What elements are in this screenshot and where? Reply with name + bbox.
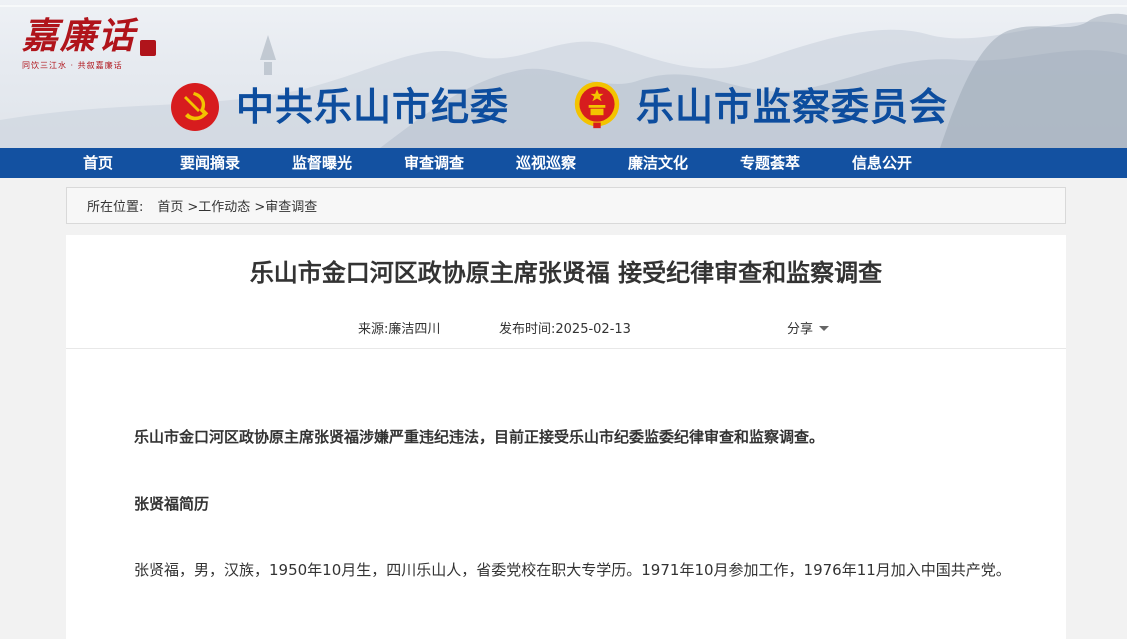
share-label: 分享 xyxy=(787,322,814,337)
article-lead-paragraph: 乐山市金口河区政协原主席张贤福涉嫌严重违纪违法，目前正接受乐山市纪委监委纪律审查… xyxy=(134,428,825,446)
site-logo[interactable]: 嘉廉话 同饮三江水 · 共叙嘉廉话 xyxy=(22,16,172,80)
party-emblem-icon xyxy=(171,83,219,131)
breadcrumb-work-news-link[interactable]: >工作动态 xyxy=(187,196,250,215)
cpc-commission-title: 中共乐山市纪委 xyxy=(236,85,510,129)
share-button[interactable]: 分享 xyxy=(787,318,830,337)
bio-heading: 张贤福简历 xyxy=(134,495,210,513)
article-panel: 乐山市金口河区政协原主席张贤福 接受纪律审查和监察调查 来源:廉洁四川 发布时间… xyxy=(66,235,1066,639)
article-title: 乐山市金口河区政协原主席张贤福 接受纪律审查和监察调查 xyxy=(249,259,883,287)
nav-item-news-digest[interactable]: 要闻摘录 xyxy=(154,148,266,178)
bio-paragraph: 张贤福，男，汉族，1950年10月生，四川乐山人，省委党校在职大专学历。1971… xyxy=(134,561,1011,579)
nav-list: 首页 要闻摘录 监督曝光 审查调查 巡视巡察 廉洁文化 专题荟萃 信息公开 xyxy=(0,148,1127,178)
supervision-commission-title: 乐山市监察委员会 xyxy=(636,85,949,129)
article-source: 来源:廉洁四川 xyxy=(358,322,441,337)
article-meta: 来源:廉洁四川 发布时间:2025-02-13 分享 xyxy=(66,315,1066,337)
nav-item-home[interactable]: 首页 xyxy=(42,148,154,178)
logo-seal-icon xyxy=(140,40,156,56)
nav-item-review-investigation[interactable]: 审查调查 xyxy=(378,148,490,178)
main-nav: 首页 要闻摘录 监督曝光 审查调查 巡视巡察 廉洁文化 专题荟萃 信息公开 xyxy=(0,148,1127,178)
nav-item-integrity-culture[interactable]: 廉洁文化 xyxy=(602,148,714,178)
nav-item-inspection[interactable]: 巡视巡察 xyxy=(490,148,602,178)
header-banner: 嘉廉话 同饮三江水 · 共叙嘉廉话 中共乐山市纪委 乐山市监察委员会 xyxy=(0,0,1127,148)
logo-slogan: 同饮三江水 · 共叙嘉廉话 xyxy=(22,61,123,70)
national-emblem-icon xyxy=(574,81,620,129)
breadcrumb: 所在位置: 首页 >工作动态 >审查调查 xyxy=(66,187,1066,224)
nav-item-supervision-exposure[interactable]: 监督曝光 xyxy=(266,148,378,178)
nav-item-info-disclosure[interactable]: 信息公开 xyxy=(826,148,938,178)
chevron-down-icon xyxy=(819,326,830,331)
meta-divider xyxy=(66,348,1066,349)
nav-item-special-topics[interactable]: 专题荟萃 xyxy=(714,148,826,178)
breadcrumb-home-link[interactable]: 首页 xyxy=(157,196,183,215)
article-publish-date: 发布时间:2025-02-13 xyxy=(499,322,631,337)
breadcrumb-review-link[interactable]: >审查调查 xyxy=(254,196,317,215)
breadcrumb-label: 所在位置: xyxy=(87,200,144,215)
